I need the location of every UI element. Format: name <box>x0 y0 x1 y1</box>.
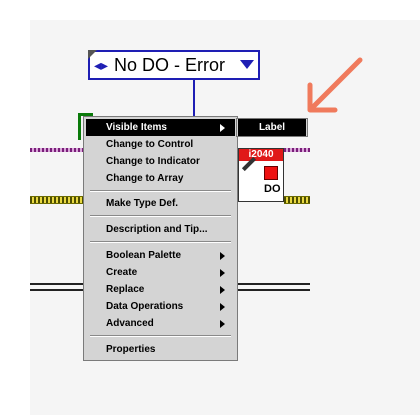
ring-value: No DO - Error <box>114 55 226 75</box>
menu-item-properties[interactable]: Properties <box>86 341 235 358</box>
stop-square-icon <box>264 166 278 180</box>
node-header: i2040 <box>239 149 283 161</box>
menu-separator <box>90 190 231 192</box>
black-wire-3 <box>238 283 310 285</box>
menu-item-data-operations[interactable]: Data Operations <box>86 298 235 315</box>
menu-item-boolean-palette[interactable]: Boolean Palette <box>86 247 235 264</box>
submenu-arrow-icon <box>220 303 225 311</box>
dropdown-arrow-icon[interactable] <box>240 60 254 69</box>
menu-item-description-and-tip[interactable]: Description and Tip... <box>86 221 235 238</box>
menu-item-make-type-def[interactable]: Make Type Def. <box>86 195 235 212</box>
yellow-wire-left <box>30 196 84 204</box>
inc-dec-icon[interactable]: ◂▸ <box>94 58 108 72</box>
menu-separator <box>90 215 231 217</box>
menu-item-advanced[interactable]: Advanced <box>86 315 235 332</box>
purple-wire-right <box>284 148 310 152</box>
node-label: DO <box>264 183 281 195</box>
black-wire-2 <box>30 289 84 291</box>
menu-item-change-to-array[interactable]: Change to Array <box>86 170 235 187</box>
black-wire-4 <box>238 289 310 291</box>
purple-wire-left <box>30 148 84 152</box>
enum-ring-control[interactable]: ◂▸ No DO - Error <box>88 50 260 80</box>
submenu-arrow-icon <box>220 269 225 277</box>
submenu-arrow-icon <box>220 124 225 132</box>
yellow-wire-right <box>284 196 310 204</box>
menu-item-visible-items[interactable]: Visible Items <box>86 119 235 136</box>
submenu-arrow-icon <box>220 252 225 260</box>
menu-separator <box>90 241 231 243</box>
submenu-item-label[interactable]: Label <box>238 119 306 136</box>
black-wire-1 <box>30 283 84 285</box>
error-node[interactable]: i2040 DO <box>238 148 284 202</box>
menu-item-replace[interactable]: Replace <box>86 281 235 298</box>
wire-connector <box>193 80 195 120</box>
submenu-arrow-icon <box>220 286 225 294</box>
menu-item-change-to-control[interactable]: Change to Control <box>86 136 235 153</box>
visible-items-submenu: Label <box>236 118 308 137</box>
submenu-arrow-icon <box>220 320 225 328</box>
context-menu: Visible Items Change to Control Change t… <box>83 116 238 361</box>
menu-separator <box>90 335 231 337</box>
menu-item-create[interactable]: Create <box>86 264 235 281</box>
menu-item-change-to-indicator[interactable]: Change to Indicator <box>86 153 235 170</box>
pointer-arrow-icon <box>307 57 363 113</box>
